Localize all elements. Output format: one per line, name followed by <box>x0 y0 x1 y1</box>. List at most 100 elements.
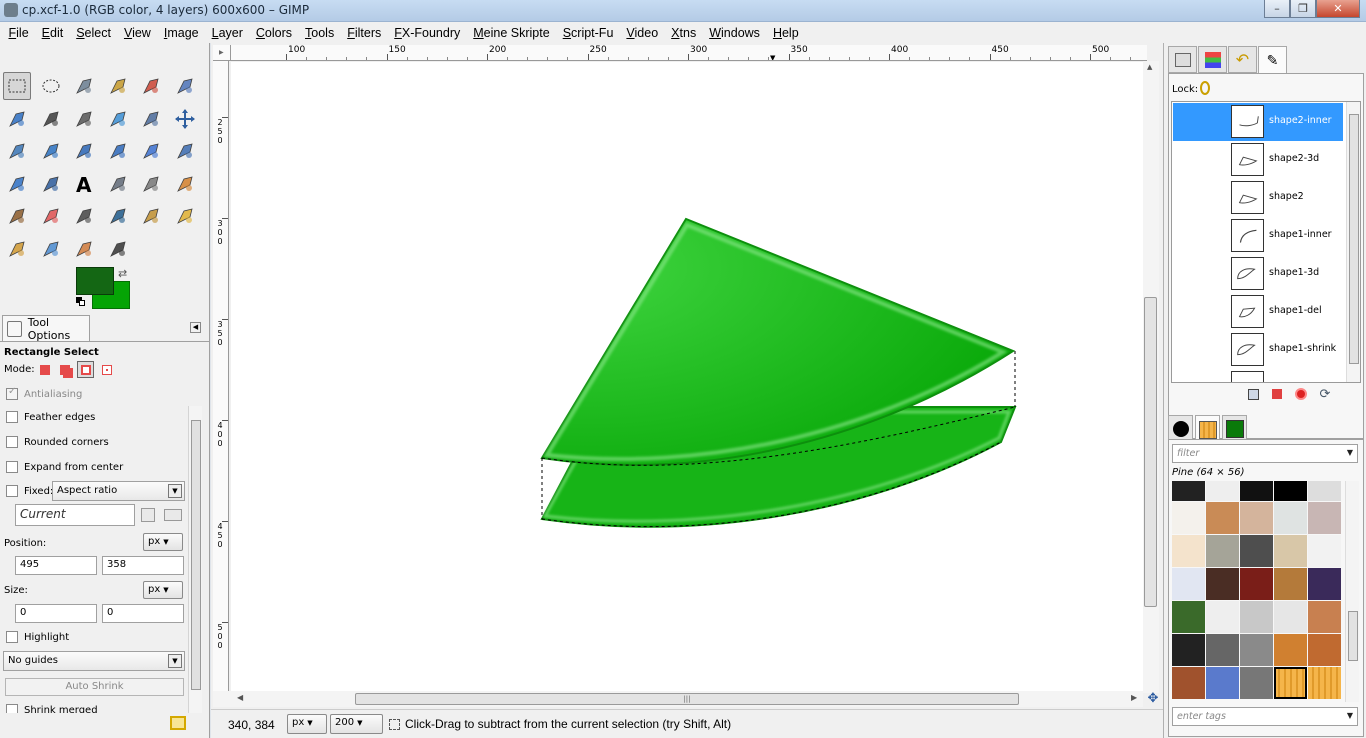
layer-row[interactable]: shape1-del <box>1173 293 1343 331</box>
expand-from-center-checkbox[interactable] <box>6 461 18 473</box>
position-x-input[interactable]: 495 <box>15 556 97 575</box>
rounded-corners-checkbox[interactable] <box>6 436 18 448</box>
tool-options-scrollbar[interactable] <box>188 406 202 713</box>
layer-row[interactable]: shape2-inner <box>1173 103 1343 141</box>
tab-tool-options[interactable]: Tool Options <box>2 315 90 342</box>
tab-undo-history[interactable]: ↶ <box>1228 46 1257 73</box>
pencil-icon[interactable] <box>171 170 199 198</box>
pattern-swatch[interactable] <box>1308 481 1341 501</box>
pattern-filter-input[interactable]: filter ▼ <box>1172 444 1358 463</box>
layer-row[interactable] <box>1173 369 1343 382</box>
flip-icon[interactable] <box>3 170 31 198</box>
cage-transform-icon[interactable] <box>37 170 65 198</box>
pattern-swatch[interactable] <box>1172 634 1205 666</box>
pattern-swatch[interactable] <box>1172 568 1205 600</box>
pattern-tags-input[interactable]: enter tags ▼ <box>1172 707 1358 726</box>
eraser-icon[interactable] <box>37 202 65 230</box>
auto-shrink-button[interactable]: Auto Shrink <box>5 678 184 696</box>
pattern-swatch[interactable] <box>1206 568 1239 600</box>
text-icon[interactable]: A <box>70 170 98 198</box>
pattern-swatch[interactable] <box>1206 601 1239 633</box>
position-unit-select[interactable]: px ▼ <box>143 533 183 551</box>
menu-select[interactable]: Select <box>70 26 118 40</box>
pattern-swatch[interactable] <box>1206 634 1239 666</box>
pattern-swatch[interactable] <box>1274 667 1307 699</box>
horizontal-ruler[interactable]: 100 150 200 250 300 350 400 450 500 ▼ <box>231 45 1147 61</box>
scissors-select-icon[interactable] <box>171 72 199 100</box>
default-colors-icon[interactable] <box>76 297 86 307</box>
shrink-merged-checkbox[interactable] <box>6 704 18 713</box>
pattern-swatch[interactable] <box>1172 535 1205 567</box>
clone-icon[interactable] <box>137 202 165 230</box>
fuzzy-select-icon[interactable] <box>104 72 132 100</box>
vertical-ruler[interactable]: 2 5 0 3 0 0 3 5 0 4 0 0 4 5 0 5 0 0 <box>213 61 229 693</box>
minimize-button[interactable]: – <box>1264 0 1290 18</box>
guides-select[interactable]: No guides ▼ <box>3 651 185 671</box>
paths-icon[interactable] <box>37 105 65 133</box>
ellipse-select-icon[interactable] <box>37 72 65 100</box>
airbrush-icon[interactable] <box>70 202 98 230</box>
pattern-swatch[interactable] <box>1240 667 1273 699</box>
new-layer-icon[interactable] <box>1245 386 1261 402</box>
scroll-left-icon[interactable]: ◀ <box>237 693 243 702</box>
navigate-icon[interactable]: ✥ <box>1145 691 1161 707</box>
highlight-checkbox[interactable] <box>6 631 18 643</box>
reset-options-icon[interactable] <box>170 716 186 730</box>
rotate-icon[interactable] <box>70 137 98 165</box>
delete-layer-icon[interactable] <box>1269 386 1285 402</box>
size-height-input[interactable]: 0 <box>102 604 184 623</box>
scroll-right-icon[interactable]: ▶ <box>1131 693 1137 702</box>
tab-brushes[interactable] <box>1168 415 1193 442</box>
pattern-swatch[interactable] <box>1308 667 1341 699</box>
pattern-swatch[interactable] <box>1240 481 1273 501</box>
blur-icon[interactable] <box>37 235 65 263</box>
pattern-swatch[interactable] <box>1206 502 1239 534</box>
ruler-corner-menu[interactable] <box>213 45 231 61</box>
layer-list-scrollbar[interactable] <box>1346 102 1360 382</box>
measure-icon[interactable] <box>137 105 165 133</box>
menu-fx-foundry[interactable]: FX-Foundry <box>388 26 467 40</box>
select-by-color-icon[interactable] <box>137 72 165 100</box>
menu-video[interactable]: Video <box>620 26 665 40</box>
pattern-swatch[interactable] <box>1172 601 1205 633</box>
pattern-swatch[interactable] <box>1240 601 1273 633</box>
status-unit-select[interactable]: px ▼ <box>287 714 327 734</box>
crop-icon[interactable] <box>37 137 65 165</box>
move-icon[interactable] <box>171 105 199 133</box>
menu-filters[interactable]: Filters <box>341 26 388 40</box>
menu-tools[interactable]: Tools <box>299 26 341 40</box>
mode-add-button[interactable] <box>56 361 73 378</box>
maximize-button[interactable]: ❐ <box>1290 0 1316 18</box>
blend-icon[interactable] <box>137 170 165 198</box>
antialiasing-checkbox[interactable] <box>6 386 18 400</box>
mode-replace-button[interactable] <box>36 361 53 378</box>
menu-help[interactable]: Help <box>766 26 805 40</box>
size-unit-select[interactable]: px ▼ <box>143 581 183 599</box>
pattern-swatch[interactable] <box>1308 502 1341 534</box>
menu-meine-skripte[interactable]: Meine Skripte <box>467 26 556 40</box>
close-button[interactable]: ✕ <box>1316 0 1360 18</box>
menu-view[interactable]: View <box>117 26 157 40</box>
paintbrush-icon[interactable] <box>3 202 31 230</box>
menu-windows[interactable]: Windows <box>703 26 767 40</box>
landscape-icon[interactable] <box>164 509 182 521</box>
menu-layer[interactable]: Layer <box>205 26 249 40</box>
pattern-swatch[interactable] <box>1274 634 1307 666</box>
heal-icon[interactable] <box>171 202 199 230</box>
pattern-swatch[interactable] <box>1240 502 1273 534</box>
shear-icon[interactable] <box>137 137 165 165</box>
perspective-clone-icon[interactable] <box>3 235 31 263</box>
bucket-fill-icon[interactable] <box>104 170 132 198</box>
stop-icon[interactable] <box>1293 386 1309 402</box>
smudge-icon[interactable] <box>70 235 98 263</box>
perspective-icon[interactable] <box>171 137 199 165</box>
align-icon[interactable] <box>3 137 31 165</box>
zoom-select[interactable]: 200 ▼ <box>330 714 383 734</box>
pattern-swatch[interactable] <box>1308 568 1341 600</box>
zoom-icon[interactable] <box>104 105 132 133</box>
portrait-icon[interactable] <box>141 508 155 522</box>
layer-row[interactable]: shape1-3d <box>1173 255 1343 293</box>
pattern-swatch[interactable] <box>1240 535 1273 567</box>
tab-paths[interactable]: ✎ <box>1258 46 1287 74</box>
fixed-checkbox[interactable] <box>6 485 18 497</box>
